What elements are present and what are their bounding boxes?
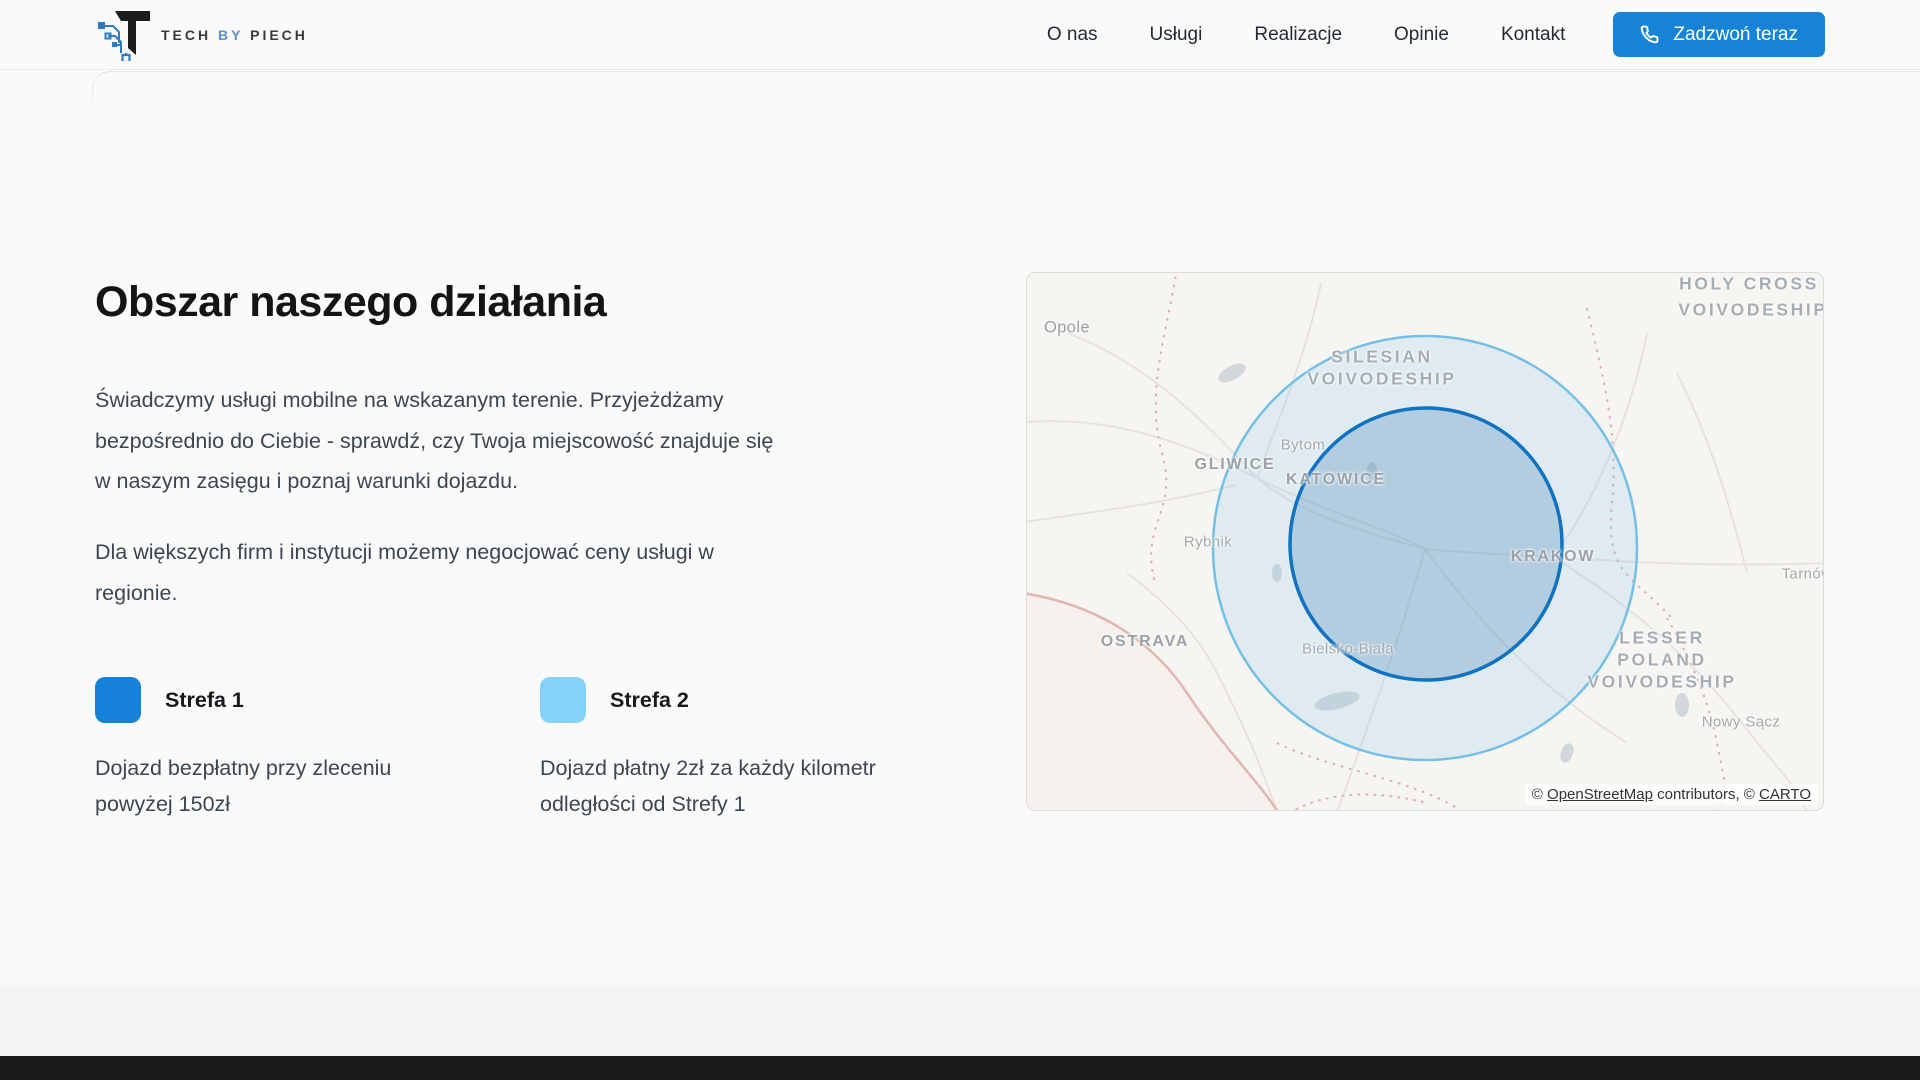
zone1-name: Strefa 1 (165, 688, 244, 713)
section-card-edge (92, 71, 1920, 99)
map-label: KRAKOW (1511, 548, 1596, 566)
zone2-description: Dojazd płatny 2zł za każdy kilometr odle… (540, 750, 876, 822)
zone2-color-swatch (540, 677, 586, 723)
nav-item-o-nas[interactable]: O nas (1047, 24, 1098, 46)
header: TECH BY PIECH O nas Usługi Realizacje Op… (0, 0, 1920, 70)
footer-dark-bar (0, 1056, 1920, 1080)
map-label: GLIWICE (1194, 456, 1275, 474)
zone2-legend: Strefa 2 (540, 677, 689, 723)
service-area-map[interactable]: CzęstochowaOpoleSILESIANVOIVODESHIPHOLY … (1026, 272, 1824, 811)
map-label: VOIVODESHIP (1307, 369, 1456, 390)
zone2-name: Strefa 2 (610, 688, 689, 713)
main-nav: O nas Usługi Realizacje Opinie Kontakt (1047, 24, 1566, 46)
map-label: Tarnów (1782, 566, 1824, 583)
attribution-copyright: © (1532, 786, 1547, 803)
map-label: POLAND (1617, 650, 1707, 671)
tech-by-piech-logo-icon (95, 9, 151, 61)
map-attribution: © OpenStreetMap contributors, © CARTO (1525, 784, 1818, 805)
map-label: VOIVODESHIP (1587, 672, 1736, 693)
map-label: HOLY CROSS (1679, 274, 1819, 295)
map-label: KATOWICE (1286, 471, 1386, 489)
intro-paragraph: Świadczymy usługi mobilne na wskazanym t… (95, 380, 773, 502)
map-label: OSTRAVA (1101, 633, 1189, 651)
zone1-description: Dojazd bezpłatny przy zleceniu powyżej 1… (95, 750, 391, 822)
map-labels: CzęstochowaOpoleSILESIANVOIVODESHIPHOLY … (1027, 273, 1824, 811)
logo-text: TECH BY PIECH (161, 27, 308, 43)
map-label: Opole (1044, 319, 1090, 338)
openstreetmap-link[interactable]: OpenStreetMap (1547, 786, 1653, 803)
zone1-color-swatch (95, 677, 141, 723)
nav-item-uslugi[interactable]: Usługi (1150, 24, 1203, 46)
zone1-legend: Strefa 1 (95, 677, 244, 723)
map-label: Częstochowa (1274, 272, 1368, 274)
map-label: SILESIAN (1331, 347, 1433, 368)
map-label: VOIVODESHIP (1678, 300, 1824, 321)
call-now-label: Zadzwoń teraz (1673, 24, 1798, 46)
map-label: Nowy Sącz (1702, 714, 1781, 731)
page-title: Obszar naszego działania (95, 278, 606, 327)
nav-item-opinie[interactable]: Opinie (1394, 24, 1449, 46)
nav-item-realizacje[interactable]: Realizacje (1254, 24, 1342, 46)
negotiation-paragraph: Dla większych firm i instytucji możemy n… (95, 532, 714, 613)
footer-gray-band (0, 985, 1920, 1056)
map-label: Rybnik (1184, 534, 1232, 551)
logo[interactable]: TECH BY PIECH (95, 9, 308, 61)
call-now-button[interactable]: Zadzwoń teraz (1613, 12, 1825, 57)
nav-item-kontakt[interactable]: Kontakt (1501, 24, 1565, 46)
map-label: Bytom (1281, 437, 1326, 454)
phone-icon (1640, 25, 1659, 44)
carto-link[interactable]: CARTO (1759, 786, 1811, 803)
map-label: LESSER (1619, 628, 1705, 649)
attribution-contributors: contributors, © (1653, 786, 1759, 803)
map-label: Bielsko-Biała (1302, 641, 1394, 658)
